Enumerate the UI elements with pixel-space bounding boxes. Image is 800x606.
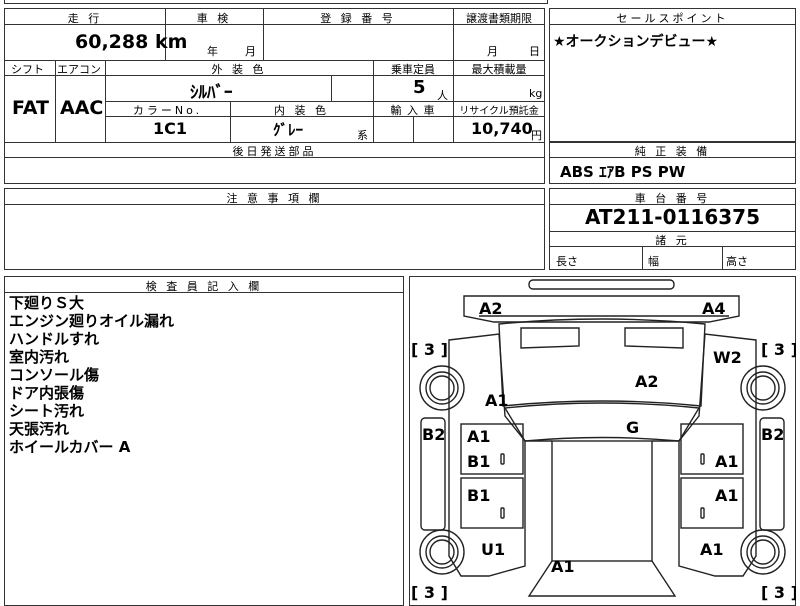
mark-g: G [626,418,639,437]
capacity-value: 5 [413,77,426,98]
inspector-line: ハンドルすれ [9,330,100,348]
transfer-day: 日 [529,45,540,58]
inspection-year: 年 [207,45,218,58]
color-no-label: カラーNo. [132,104,203,117]
mark-a1-left-front-door: A1 [467,427,491,446]
equipment-box: 純 正 装 備 ABS ｴｱB PS PW [549,142,796,184]
inspector-line: シート汚れ [9,402,85,420]
sales-point-box: セールスポイント ★オークションデビュー★ [549,8,796,142]
inspector-line: ホイールカバー A [9,438,131,456]
transfer-label: 譲渡書類期限 [466,12,532,25]
mark-a1-right-rear: A1 [700,540,724,559]
aircon-value: AAC [60,97,104,119]
shift-label: シフト [11,63,44,76]
mark-b2-right: B2 [761,425,784,444]
sales-point-text: ★オークションデビュー★ [553,34,719,50]
rear-left-wheel [419,529,465,575]
dimension-length: 長さ [556,255,578,268]
mark-a1-right-front-door: A1 [715,452,739,471]
later-parts-label: 後日発送部品 [232,145,317,158]
inspector-line: 天張汚れ [9,420,70,438]
inspector-line: 室内汚れ [9,348,70,366]
inspector-lines: 下廻りＳ大 エンジン廻りオイル漏れ ハンドルすれ 室内汚れ コンソール傷 ドア内… [9,294,174,456]
notes-box: 注 意 事 項 欄 [4,188,545,270]
inspector-line: コンソール傷 [9,366,100,384]
front-bumper [528,279,675,290]
mark-a2-front-left: A2 [479,299,503,318]
tire-left-top: [ 3 ] [411,340,448,359]
notes-label: 注 意 事 項 欄 [226,192,323,205]
equipment-value: ABS ｴｱB PS PW [560,163,686,181]
mark-a4-front-right: A4 [702,299,726,318]
roof [551,440,653,562]
equipment-label: 純 正 装 備 [634,145,711,158]
inspector-line: 下廻りＳ大 [9,294,85,312]
dimension-height: 高さ [726,255,748,268]
vehicle-info-grid: 走 行 車 検 登 録 番 号 譲渡書類期限 60,288 km 年 月 月 日… [4,8,545,184]
mark-a1-left-fender: A1 [485,391,509,410]
hood-panel [498,318,706,407]
mileage-value: 60,288 km [75,31,187,53]
exterior-color-label: 外 装 色 [211,63,267,76]
interior-color-label: 内 装 色 [274,104,329,117]
chassis-label: 車 台 番 号 [634,192,711,205]
mark-w2: W2 [713,348,742,367]
mileage-unit: km [154,31,188,53]
exterior-color-value: ｼﾙﾊﾞｰ [190,83,233,103]
mark-a1-right-rear-door: A1 [715,486,739,505]
max-load-label: 最大積載量 [471,63,527,76]
top-strip [4,0,548,4]
windshield [503,402,701,442]
inspection-month: 月 [245,45,256,58]
dimensions-label: 諸 元 [655,234,690,247]
mark-b1-left-rear-door: B1 [467,486,490,505]
chassis-box: 車 台 番 号 AT211-0116375 諸 元 長さ 幅 高さ [549,188,796,270]
max-load-unit: kg [529,87,543,100]
mark-b2-left: B2 [422,425,445,444]
inspector-line: エンジン廻りオイル漏れ [9,312,175,330]
recycle-value: 10,740 [471,119,533,138]
inspector-label: 検 査 員 記 入 欄 [145,280,263,293]
front-right-wheel [740,365,786,411]
chassis-value: AT211-0116375 [584,205,761,229]
tire-right-top: [ 3 ] [761,340,796,359]
mark-u1: U1 [481,540,505,559]
tire-right-bottom: [ 3 ] [761,583,796,602]
shift-value: FAT [12,97,49,119]
tire-left-bottom: [ 3 ] [411,583,448,602]
rear-right-wheel [740,529,786,575]
import-label: 輸 入 車 [390,104,436,117]
dimension-width: 幅 [648,255,659,268]
inspection-label: 車 検 [196,12,232,25]
color-no-value: 1C1 [153,119,188,138]
mileage-number: 60,288 [75,31,149,53]
mark-a1-rear: A1 [551,557,575,576]
car-diagram: [ 3 ] [ 3 ] [ 3 ] [ 3 ] A2 A4 W2 A2 A1 G… [411,279,796,602]
recycle-label: リサイクル預託金 [459,106,539,117]
mark-a2-bonnet: A2 [635,372,659,391]
interior-color-suffix: 系 [357,129,368,142]
inspector-line: ドア内張傷 [9,384,85,402]
inspector-box: 検 査 員 記 入 欄 下廻りＳ大 エンジン廻りオイル漏れ ハンドルすれ 室内汚… [4,276,404,606]
capacity-label: 乗車定員 [391,63,435,76]
front-left-wheel [419,365,465,411]
aircon-label: エアコン [57,63,101,76]
transfer-month: 月 [487,45,498,58]
mark-b1-left-front-door: B1 [467,452,490,471]
capacity-unit: 人 [437,89,448,102]
car-diagram-box: [ 3 ] [ 3 ] [ 3 ] [ 3 ] A2 A4 W2 A2 A1 G… [409,276,796,606]
front-body [463,295,740,323]
interior-color-value: ｸﾞﾚｰ [273,121,304,139]
recycle-unit: 円 [531,129,542,142]
registration-label: 登 録 番 号 [320,12,396,25]
mileage-label: 走 行 [67,12,103,25]
sales-point-label: セールスポイント [616,12,729,25]
